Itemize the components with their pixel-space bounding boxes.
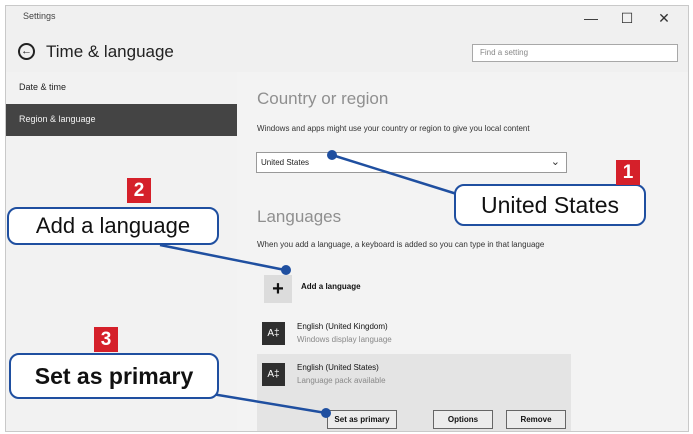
sidebar-item-label: Date & time (19, 82, 67, 92)
chevron-down-icon: ⌄ (550, 156, 560, 168)
options-button[interactable]: Options (433, 410, 493, 429)
add-language-button[interactable]: + (264, 275, 292, 303)
back-arrow-icon[interactable]: ← (18, 43, 35, 60)
close-button[interactable]: ✕ (651, 8, 677, 28)
country-selected-value: United States (261, 158, 310, 167)
callout-united-states: United States (454, 184, 646, 226)
language-icon: A‡ (262, 363, 285, 386)
search-input[interactable]: Find a setting (472, 44, 678, 62)
set-as-primary-button[interactable]: Set as primary (327, 410, 397, 429)
maximize-button[interactable]: ☐ (614, 8, 640, 28)
region-heading: Country or region (257, 89, 389, 108)
language-icon: A‡ (262, 322, 285, 345)
page-title: Time & language (46, 42, 174, 61)
title-bar: Settings — ☐ ✕ (6, 6, 688, 30)
language-status: Language pack available (297, 376, 386, 385)
add-language-label[interactable]: Add a language (301, 282, 361, 291)
language-status: Windows display language (297, 335, 392, 344)
sidebar-item-date-time[interactable]: Date & time (6, 72, 237, 104)
callout-number-2: 2 (127, 178, 151, 203)
page-header: ← Time & language Find a setting (6, 30, 688, 72)
languages-heading: Languages (257, 207, 342, 226)
language-name: English (United Kingdom) (297, 322, 388, 331)
sidebar-item-label: Region & language (19, 114, 96, 124)
country-select[interactable]: United States ⌄ (256, 152, 567, 173)
languages-description: When you add a language, a keyboard is a… (257, 240, 545, 249)
callout-number-3: 3 (94, 327, 118, 352)
remove-button[interactable]: Remove (506, 410, 566, 429)
language-item-en-gb[interactable]: A‡ English (United Kingdom) Windows disp… (257, 313, 571, 355)
language-name: English (United States) (297, 363, 379, 372)
callout-set-as-primary: Set as primary (9, 353, 219, 399)
callout-number-1: 1 (616, 160, 640, 185)
window-title: Settings (23, 11, 56, 21)
main-content: Country or region Windows and apps might… (237, 72, 688, 431)
sidebar-item-region-language[interactable]: Region & language (6, 104, 237, 136)
callout-add-language: Add a language (7, 207, 219, 245)
region-description: Windows and apps might use your country … (257, 124, 530, 133)
minimize-button[interactable]: — (578, 8, 604, 28)
